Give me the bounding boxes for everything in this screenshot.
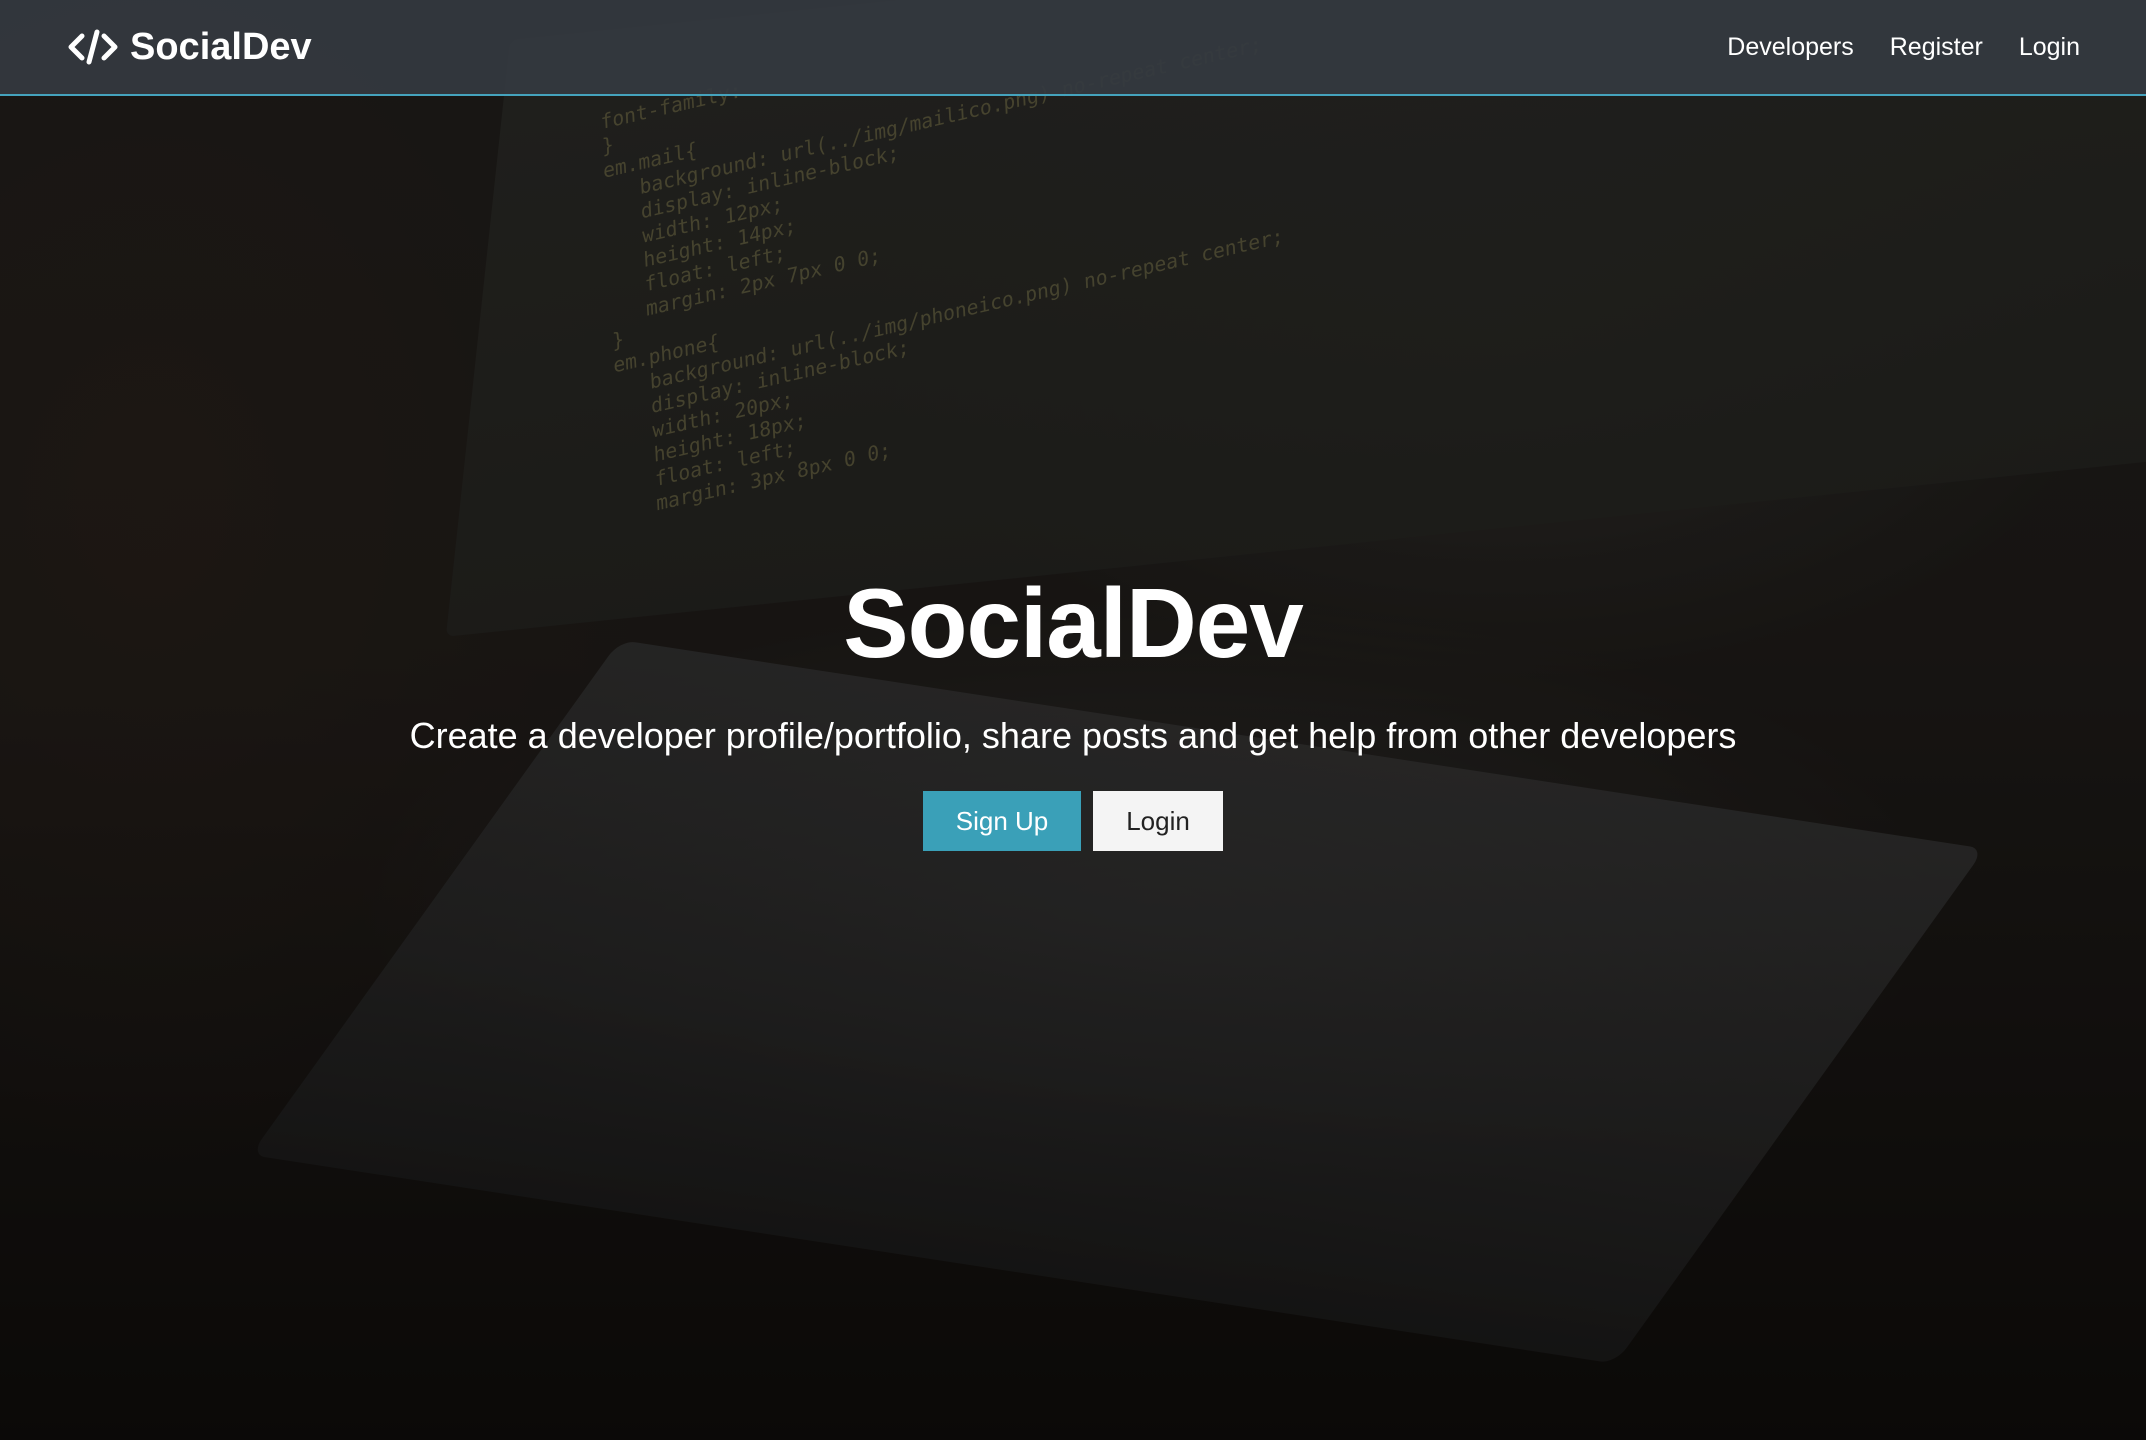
hero-lead-text: Create a developer profile/portfolio, sh…	[409, 714, 1737, 756]
nav-links: Developers Register Login	[1727, 33, 2080, 62]
hero-title: SocialDev	[843, 568, 1303, 678]
nav-link-register[interactable]: Register	[1890, 33, 1983, 62]
hero-section: SocialDev Create a developer profile/por…	[0, 568, 2146, 851]
brand-name: SocialDev	[130, 25, 312, 68]
navbar: SocialDev Developers Register Login	[0, 0, 2146, 96]
nav-link-login[interactable]: Login	[2019, 33, 2080, 62]
hero-buttons: Sign Up Login	[0, 790, 2146, 851]
code-icon	[68, 28, 118, 66]
sign-up-button[interactable]: Sign Up	[923, 790, 1081, 851]
brand-link[interactable]: SocialDev	[68, 26, 312, 69]
nav-link-developers[interactable]: Developers	[1727, 33, 1853, 62]
login-button[interactable]: Login	[1093, 790, 1223, 851]
landing-page: font-family:} em.mail{ background: url(..…	[0, 0, 2146, 1440]
